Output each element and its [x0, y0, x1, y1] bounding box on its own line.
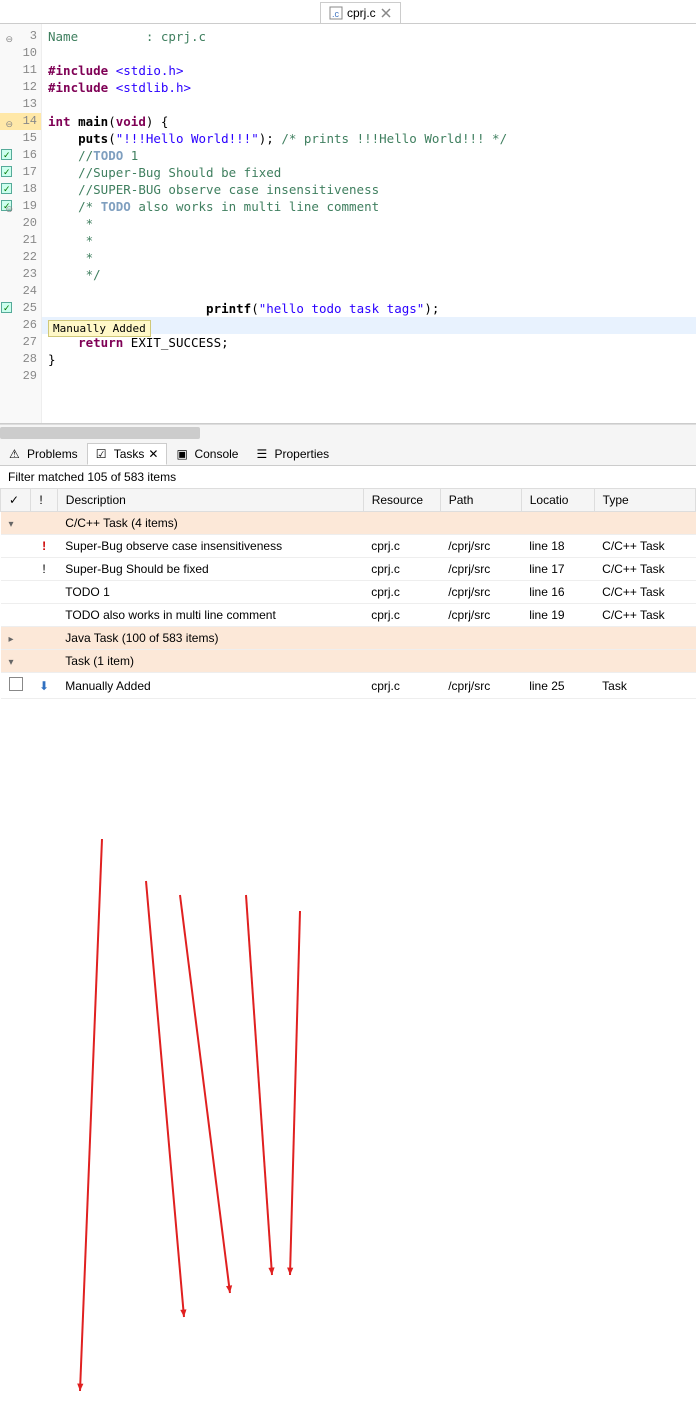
console-icon: ▣: [176, 447, 190, 461]
gutter-line: 11: [0, 62, 41, 79]
properties-icon: ☰: [256, 447, 270, 461]
gutter-line: 15: [0, 130, 41, 147]
gutter-line: 12: [0, 79, 41, 96]
tab-label: Tasks: [114, 447, 145, 461]
problems-icon: ⚠: [9, 447, 23, 461]
gutter-line: 23: [0, 266, 41, 283]
table-header-row: ✓ ! Description Resource Path Locatio Ty…: [1, 489, 696, 512]
expand-triangle-icon[interactable]: ▸: [9, 634, 19, 645]
close-icon[interactable]: [380, 7, 392, 19]
tab-problems[interactable]: ⚠ Problems: [0, 443, 87, 465]
col-type[interactable]: Type: [594, 489, 695, 512]
tasks-icon: ☑: [96, 447, 110, 461]
gutter-line: 29: [0, 368, 41, 385]
fold-icon[interactable]: ⊖: [4, 117, 13, 126]
code-line[interactable]: [42, 368, 696, 385]
code-line[interactable]: Name : cprj.c: [42, 28, 696, 45]
code-line[interactable]: }: [42, 351, 696, 368]
gutter-line: 19⊖: [0, 198, 41, 215]
code-content[interactable]: Manually Added Name : cprj.c #include <st…: [42, 24, 696, 423]
task-row[interactable]: TODO 1cprj.c/cprj/srcline 16C/C++ Task: [1, 581, 696, 604]
manual-added-badge: Manually Added: [48, 320, 151, 337]
gutter-line: 25: [0, 300, 41, 317]
code-line[interactable]: puts("!!!Hello World!!!"); /* prints !!!…: [42, 130, 696, 147]
close-icon[interactable]: ✕: [148, 447, 158, 461]
task-marker-icon: [1, 302, 12, 313]
col-path[interactable]: Path: [440, 489, 521, 512]
gutter-line: 3⊖: [0, 28, 41, 45]
gutter-line: 17: [0, 164, 41, 181]
col-location[interactable]: Locatio: [521, 489, 594, 512]
task-row[interactable]: ⬇Manually Addedcprj.c/cprj/srcline 25Tas…: [1, 673, 696, 699]
line-gutter: 3⊖1011121314⊖1516171819⊖2021222324252627…: [0, 24, 42, 423]
gutter-line: 27: [0, 334, 41, 351]
task-row[interactable]: !Super-Bug Should be fixedcprj.c/cprj/sr…: [1, 558, 696, 581]
gutter-line: 18: [0, 181, 41, 198]
gutter-line: 13: [0, 96, 41, 113]
arrow-down-icon: ⬇: [39, 679, 49, 693]
tab-console[interactable]: ▣ Console: [167, 443, 247, 465]
code-line[interactable]: #include <stdio.h>: [42, 62, 696, 79]
code-editor[interactable]: 3⊖1011121314⊖1516171819⊖2021222324252627…: [0, 24, 696, 424]
code-line[interactable]: printf("hello todo task tags");: [42, 300, 696, 317]
gutter-line: 16: [0, 147, 41, 164]
svg-text:.c: .c: [332, 9, 340, 19]
task-marker-icon: [1, 166, 12, 177]
task-group-row[interactable]: ▸Java Task (100 of 583 items): [1, 627, 696, 650]
tab-label: Properties: [274, 447, 329, 461]
priority-icon: !: [42, 539, 46, 553]
col-complete[interactable]: ✓: [1, 489, 31, 512]
gutter-line: 26: [0, 317, 41, 334]
expand-triangle-icon[interactable]: ▾: [9, 519, 19, 530]
bottom-panel-tabs: ⚠ Problems ☑ Tasks ✕ ▣ Console ☰ Properties: [0, 440, 696, 466]
task-checkbox[interactable]: [9, 677, 23, 691]
task-row[interactable]: TODO also works in multi line commentcpr…: [1, 604, 696, 627]
gutter-line: 22: [0, 249, 41, 266]
expand-triangle-icon[interactable]: ▾: [9, 657, 19, 668]
gutter-line: 20: [0, 215, 41, 232]
code-line[interactable]: [42, 283, 696, 300]
task-row[interactable]: !Super-Bug observe case insensitivenessc…: [1, 535, 696, 558]
gutter-line: 28: [0, 351, 41, 368]
task-group-row[interactable]: ▾C/C++ Task (4 items): [1, 512, 696, 535]
code-line[interactable]: //SUPER-BUG observe case insensitiveness: [42, 181, 696, 198]
task-marker-icon: [1, 149, 12, 160]
code-line[interactable]: //Super-Bug Should be fixed: [42, 164, 696, 181]
code-line[interactable]: *: [42, 232, 696, 249]
editor-tab[interactable]: .c cprj.c: [320, 2, 401, 23]
col-resource[interactable]: Resource: [363, 489, 440, 512]
horizontal-scrollbar[interactable]: [0, 424, 696, 440]
gutter-line: 10: [0, 45, 41, 62]
code-line[interactable]: *: [42, 215, 696, 232]
gutter-line: 24: [0, 283, 41, 300]
col-priority[interactable]: !: [31, 489, 57, 512]
filter-status: Filter matched 105 of 583 items: [0, 466, 696, 488]
code-line[interactable]: //TODO 1: [42, 147, 696, 164]
code-line[interactable]: [42, 45, 696, 62]
code-line[interactable]: [42, 96, 696, 113]
code-line[interactable]: *: [42, 249, 696, 266]
tab-label: cprj.c: [347, 6, 376, 20]
gutter-line: 21: [0, 232, 41, 249]
tab-label: Console: [194, 447, 238, 461]
tab-tasks[interactable]: ☑ Tasks ✕: [87, 443, 168, 465]
code-line[interactable]: /* TODO also works in multi line comment: [42, 198, 696, 215]
priority-icon: !: [42, 562, 45, 576]
annotation-arrows: [0, 699, 696, 1415]
code-line[interactable]: #include <stdlib.h>: [42, 79, 696, 96]
c-file-icon: .c: [329, 6, 343, 20]
tab-properties[interactable]: ☰ Properties: [247, 443, 338, 465]
code-line[interactable]: int main(void) {: [42, 113, 696, 130]
editor-tab-bar: .c cprj.c: [0, 0, 696, 24]
col-description[interactable]: Description: [57, 489, 363, 512]
task-marker-icon: [1, 183, 12, 194]
fold-icon[interactable]: ⊖: [4, 202, 13, 211]
scrollbar-thumb[interactable]: [0, 427, 200, 439]
gutter-line: 14⊖: [0, 113, 41, 130]
tasks-table: ✓ ! Description Resource Path Locatio Ty…: [0, 488, 696, 699]
task-group-row[interactable]: ▾Task (1 item): [1, 650, 696, 673]
tab-label: Problems: [27, 447, 78, 461]
fold-icon[interactable]: ⊖: [4, 32, 13, 41]
code-line[interactable]: */: [42, 266, 696, 283]
